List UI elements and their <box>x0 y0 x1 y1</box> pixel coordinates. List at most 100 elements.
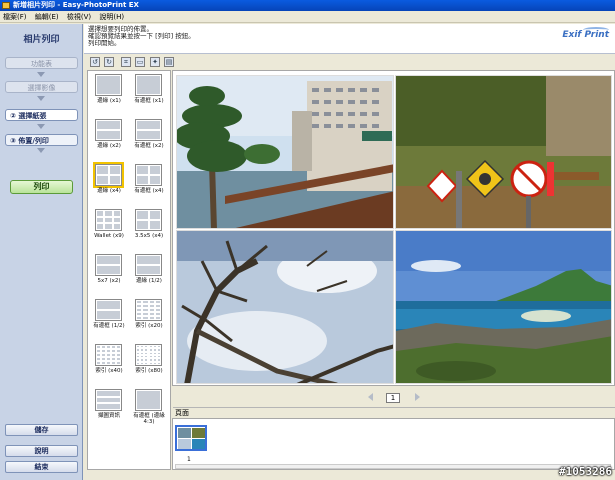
step-layout-print[interactable]: ③ 佈置/列印 <box>5 134 78 146</box>
layout-cell <box>112 216 121 224</box>
layout-option[interactable]: 3.5x5 (x4) <box>130 209 168 247</box>
instruction-text: 選擇想要列印的佈置。 確認預覽結果並按一下 [列印] 按鈕。 列印開始。 <box>88 26 195 47</box>
arrow-down-icon <box>37 72 45 77</box>
layout-label: 索引 (x80) <box>135 368 163 374</box>
layout-thumbnail <box>135 344 162 366</box>
photo-warning-signs[interactable] <box>395 75 612 229</box>
layout-option[interactable]: 索引 (x20) <box>130 299 168 337</box>
layout-cell <box>136 255 161 265</box>
arrow-down-icon <box>37 124 45 129</box>
page-navigator: 1 <box>172 391 615 405</box>
pages-panel: 1 <box>172 418 615 470</box>
app-icon <box>2 2 10 9</box>
layout-option[interactable]: Wallet (x9) <box>90 209 128 247</box>
layout-cell <box>136 130 161 140</box>
layout-cell <box>96 165 109 175</box>
prev-page-icon[interactable] <box>368 393 373 401</box>
sidebar-title: 相片列印 <box>23 35 60 45</box>
horizontal-scrollbar[interactable] <box>175 464 611 469</box>
layout-option[interactable]: 有邊框 (x4) <box>130 164 168 202</box>
current-page-box[interactable]: 1 <box>386 393 400 403</box>
menu-file[interactable]: 檔案(F) <box>0 11 30 23</box>
layout-thumbnail <box>135 299 162 321</box>
menu-edit[interactable]: 編輯(E) <box>32 11 62 23</box>
layout-label: 有邊框 (x4) <box>134 188 164 194</box>
correct-image-icon[interactable]: ✦ <box>150 57 160 67</box>
layout-cell <box>148 210 161 220</box>
layout-label: 索引 (x20) <box>135 323 163 329</box>
layout-cell <box>136 220 149 230</box>
layout-option[interactable]: 有邊框 (x2) <box>130 119 168 157</box>
print-button[interactable]: 列印 <box>10 180 73 194</box>
layout-cell <box>136 165 149 175</box>
layout-cell <box>96 255 121 265</box>
pages-panel-label: 頁面 <box>173 407 615 417</box>
step-select-paper[interactable]: ② 選擇紙張 <box>5 109 78 121</box>
layout-thumbnail <box>95 344 122 366</box>
rotate-right-icon[interactable]: ↻ <box>104 57 114 67</box>
layout-cell <box>136 390 161 410</box>
layout-cell <box>108 175 121 185</box>
layout-cell <box>96 175 109 185</box>
layout-cell <box>96 396 121 404</box>
layout-cell <box>112 210 121 217</box>
instruction-header: 選擇想要列印的佈置。 確認預覽結果並按一下 [列印] 按鈕。 列印開始。 Exi… <box>84 24 615 54</box>
step-menu: 功能表 <box>5 57 78 69</box>
layout-cell <box>104 216 113 224</box>
layout-option[interactable]: 有邊框 (1/2) <box>90 299 128 337</box>
frame-icon[interactable]: ▭ <box>135 57 145 67</box>
instruction-line: 列印開始。 <box>88 39 121 47</box>
layout-cell <box>96 120 121 130</box>
page-thumbnail-number: 1 <box>187 456 191 463</box>
layout-option[interactable]: 邊緣 (x4) <box>90 162 128 202</box>
layout-label: Wallet (x9) <box>94 233 124 239</box>
layout-cell <box>104 223 113 230</box>
help-button[interactable]: 說明 <box>5 445 78 457</box>
layout-thumbnail <box>95 254 122 276</box>
step-select-images: 選擇影像 <box>5 81 78 93</box>
photo-dead-tree[interactable] <box>176 230 394 384</box>
layout-option[interactable]: 5x7 (x2) <box>90 254 128 292</box>
window-title: 新增相片列印 - Easy-PhotoPrint EX <box>13 1 139 9</box>
layout-cell <box>96 265 121 275</box>
thumb-photo <box>178 428 191 438</box>
layout-thumbnail <box>135 254 162 276</box>
menu-help[interactable]: 說明(H) <box>96 11 127 23</box>
layout-cell <box>136 75 161 95</box>
thumb-photo <box>192 428 205 438</box>
layout-label: 索引 (x40) <box>95 368 123 374</box>
crop-icon[interactable]: ⌗ <box>121 57 131 67</box>
layout-cell <box>136 175 149 185</box>
layout-label: 有邊框 (1/2) <box>93 323 125 329</box>
layout-option[interactable]: 有邊框 (x1) <box>130 74 168 112</box>
layout-option[interactable]: 擷圖資訊 <box>90 389 128 427</box>
thumb-photo <box>192 439 205 449</box>
layout-thumbnail <box>95 389 122 411</box>
rotate-left-icon[interactable]: ↺ <box>90 57 100 67</box>
layout-thumbnail <box>135 74 162 96</box>
layout-cell <box>96 390 121 397</box>
layout-option[interactable]: 邊緣 (1/2) <box>130 254 168 292</box>
layout-cell <box>96 300 121 310</box>
layout-cell <box>136 265 161 275</box>
exit-button[interactable]: 結束 <box>5 461 78 473</box>
photo-coastline[interactable] <box>395 230 612 384</box>
layout-thumbnail <box>135 209 162 231</box>
layout-option[interactable]: 邊緣 (x1) <box>90 74 128 112</box>
layout-cell <box>116 361 121 365</box>
layout-option[interactable]: 邊緣 (x2) <box>90 119 128 157</box>
date-print-icon[interactable]: ▤ <box>164 57 174 67</box>
layout-option[interactable]: 索引 (x40) <box>90 344 128 382</box>
layout-option[interactable]: 有邊框 (邊緣 4:3) <box>130 389 168 427</box>
save-button[interactable]: 儲存 <box>5 424 78 436</box>
watermark: #1053286 <box>559 465 612 478</box>
menu-view[interactable]: 檢視(V) <box>64 11 94 23</box>
next-page-icon[interactable] <box>415 393 420 401</box>
layout-label: 有邊框 (x1) <box>134 98 164 104</box>
layout-option[interactable]: 索引 (x80) <box>130 344 168 382</box>
layout-cell <box>108 165 121 175</box>
page-thumbnail[interactable] <box>175 425 207 451</box>
photo-hotel-by-sea[interactable] <box>176 75 394 229</box>
layout-cell <box>96 216 105 224</box>
layout-thumbnail <box>95 119 122 141</box>
